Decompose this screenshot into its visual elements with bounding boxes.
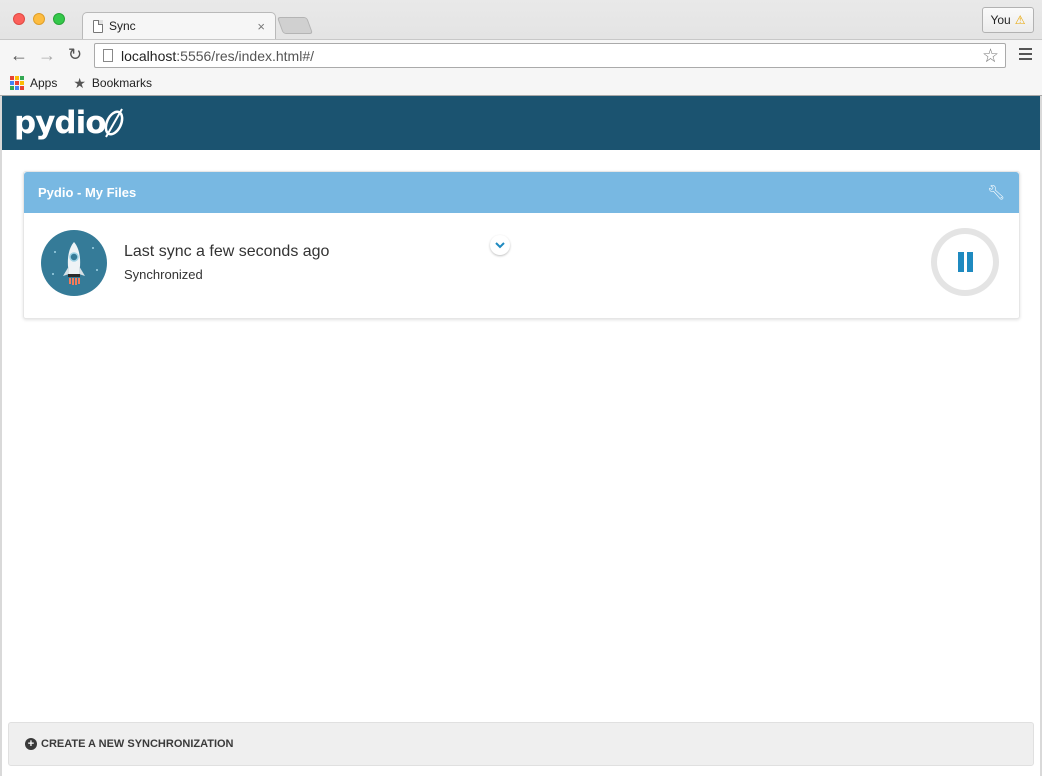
tab-title: Sync — [109, 19, 136, 33]
profile-label: You — [990, 13, 1011, 27]
sync-status-title: Last sync a few seconds ago — [124, 243, 330, 260]
create-sync-label: CREATE A NEW SYNCHRONIZATION — [41, 738, 234, 750]
pydio-logo: pydio — [14, 104, 124, 142]
pydio-app: pydio Pydio - My Files 🔧︎ Last sync a fe… — [2, 96, 1040, 776]
sync-card-body: Last sync a few seconds ago Synchronized — [24, 213, 1019, 319]
apps-icon — [10, 76, 24, 90]
rocket-icon — [52, 242, 98, 285]
minimize-window-button[interactable] — [33, 13, 45, 25]
planet-logo-icon — [104, 108, 123, 138]
sync-status-subtitle: Synchronized — [124, 267, 203, 282]
star-icon: ★ — [73, 74, 86, 91]
rocket-avatar — [41, 230, 107, 296]
sync-card-header: Pydio - My Files 🔧︎ — [24, 172, 1019, 213]
bookmark-apps-label: Apps — [30, 76, 58, 90]
create-sync-button[interactable]: + CREATE A NEW SYNCHRONIZATION — [8, 722, 1034, 766]
wrench-icon[interactable]: 🔧︎ — [987, 184, 1005, 201]
reload-icon[interactable]: ↻ — [64, 44, 86, 66]
url-text: localhost:5556/res/index.html#/ — [121, 47, 315, 64]
bookmark-star-icon[interactable]: ☆ — [982, 45, 999, 68]
bookmark-bookmarks[interactable]: ★ Bookmarks — [73, 75, 152, 92]
new-tab-button[interactable] — [276, 17, 314, 34]
address-bar[interactable]: localhost:5556/res/index.html#/ ☆ — [94, 43, 1006, 68]
page-icon — [93, 19, 103, 33]
back-arrow-icon[interactable]: ← — [8, 44, 30, 66]
page-info-icon — [103, 49, 113, 62]
warning-icon: ⚠ — [1014, 13, 1026, 27]
chevron-down-icon[interactable] — [490, 235, 510, 255]
bookmark-bookmarks-label: Bookmarks — [91, 76, 152, 90]
window-controls — [13, 13, 65, 25]
pause-icon — [937, 234, 993, 290]
bookmarks-bar: Apps ★ Bookmarks — [0, 71, 1042, 95]
browser-menu-icon[interactable] — [1019, 48, 1032, 63]
forward-arrow-icon[interactable]: → — [36, 44, 58, 66]
browser-chrome: Sync × You ⚠ ← → ↻ localhost:5556/res/in… — [0, 0, 1042, 96]
zoom-window-button[interactable] — [53, 13, 65, 25]
tab-close-icon[interactable]: × — [257, 19, 265, 34]
browser-tab[interactable]: Sync × — [82, 12, 276, 39]
plus-circle-icon: + — [25, 738, 37, 750]
sync-card: Pydio - My Files 🔧︎ Last sync a few seco… — [23, 171, 1020, 319]
pause-sync-button[interactable] — [931, 228, 999, 296]
browser-toolbar: ← → ↻ localhost:5556/res/index.html#/ ☆ — [0, 39, 1042, 71]
sync-card-title: Pydio - My Files — [38, 185, 137, 200]
profile-button[interactable]: You ⚠ — [982, 7, 1034, 33]
close-window-button[interactable] — [13, 13, 25, 25]
bookmark-apps[interactable]: Apps — [10, 76, 57, 90]
app-header: pydio — [2, 96, 1040, 150]
